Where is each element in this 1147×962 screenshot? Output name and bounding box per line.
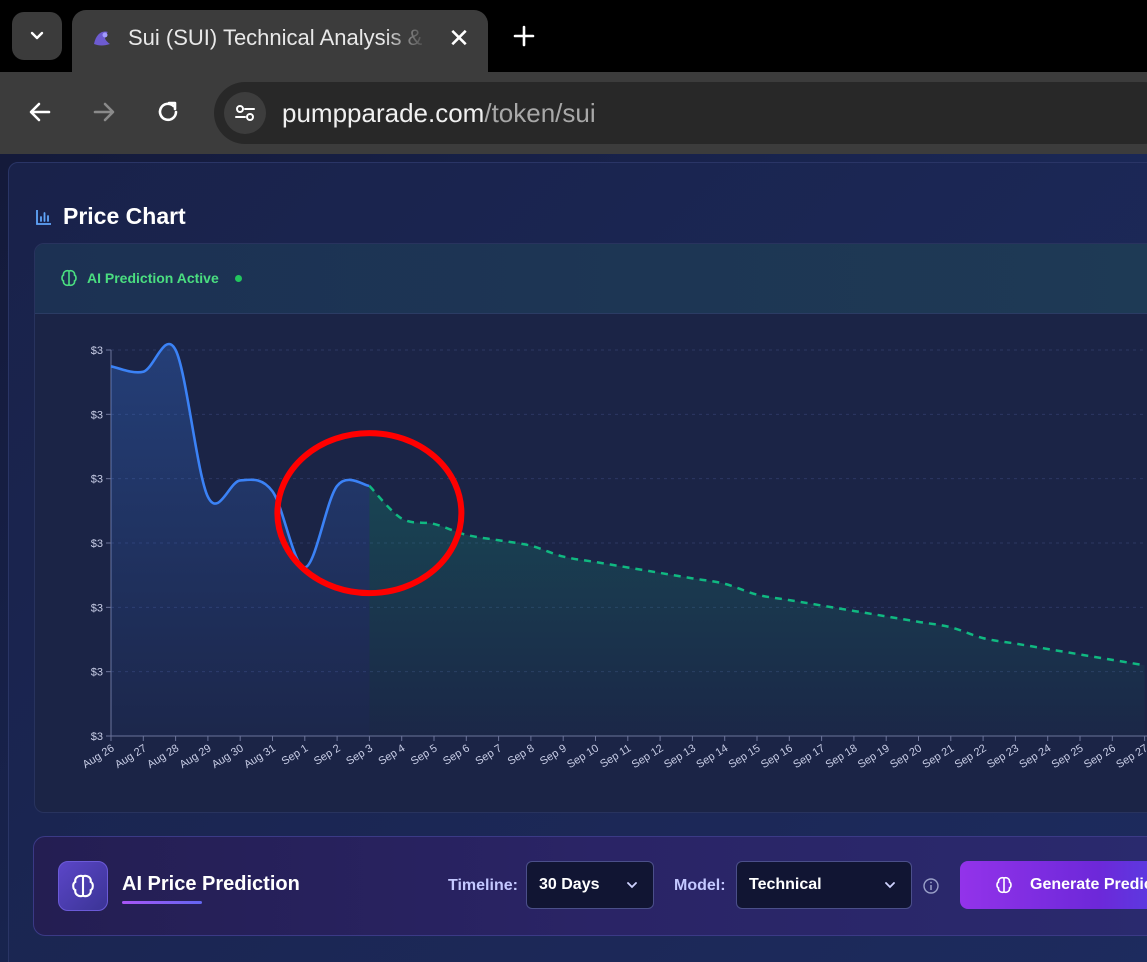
reload-button[interactable] [148,92,188,132]
x-tick-label: Sep 26 [1082,742,1118,771]
tab-search-button[interactable] [12,12,62,60]
generate-label: Generate Prediction [1030,876,1147,893]
url-text: pumpparade.com/token/sui [282,98,596,128]
arrow-left-icon [29,102,51,122]
brain-icon [996,876,1012,894]
x-tick-label: Sep 18 [824,742,860,771]
section-heading: Price Chart [35,203,186,230]
chart-container: AI Prediction Active $3 $3 $3 $3 $3 $3 $3 Aug 2… [34,243,1147,813]
x-tick-label: Sep 1 [280,742,311,767]
x-tick-label: Sep 19 [856,742,892,771]
x-tick-label: Sep 2 [312,742,343,767]
ai-prediction-panel: AI Price Prediction Timeline: 30 Days Mo… [33,836,1147,936]
x-tick-label: Sep 4 [377,742,408,767]
x-tick-label: Aug 28 [145,742,181,771]
section-title: Price Chart [63,203,186,229]
back-button[interactable] [20,92,60,132]
x-tick-label: Aug 29 [178,742,214,771]
timeline-label: Timeline: [448,877,518,894]
x-tick-label: Sep 21 [920,742,956,771]
chart-header: AI Prediction Active [35,244,1147,314]
y-tick-label: $3 [91,345,103,357]
x-tick-label: Sep 22 [953,742,989,771]
x-tick-label: Sep 23 [985,742,1021,771]
y-tick-label: $3 [91,409,103,421]
x-tick-label: Sep 9 [538,742,569,767]
prediction-title: AI Price Prediction [122,873,300,895]
chevron-down-icon [885,882,895,889]
browser-toolbar: pumpparade.com/token/sui [0,72,1147,154]
forward-button[interactable] [84,92,124,132]
x-tick-label: Sep 27 [1114,742,1147,771]
x-tick-label: Sep 14 [694,742,730,771]
close-tab-icon[interactable]: ✕ [444,23,474,53]
x-tick-label: Sep 15 [727,742,763,771]
title-underline [122,901,202,904]
timeline-select[interactable]: 30 Days [526,861,654,909]
x-tick-label: Sep 16 [759,742,795,771]
model-select[interactable]: Technical [736,861,912,909]
arrow-right-icon [93,102,115,122]
chevron-down-icon [30,31,44,40]
reload-icon [158,101,178,122]
x-tick-label: Sep 3 [344,742,375,767]
bar-chart-icon [36,209,51,225]
new-tab-button[interactable] [506,18,542,54]
y-tick-label: $3 [91,602,103,614]
price-chart[interactable]: $3$3$3$3$3$3$3Aug 26Aug 27Aug 28Aug 29Au… [35,314,1147,813]
x-tick-label: Sep 5 [409,742,440,767]
info-icon[interactable] [922,877,940,895]
x-tick-label: Sep 8 [506,742,537,767]
model-label: Model: [674,877,726,894]
tab-title: Sui (SUI) Technical Analysis & Price Pre… [128,25,428,50]
x-tick-label: Sep 25 [1050,742,1086,771]
actual-price-area [111,343,370,736]
brain-icon [72,874,94,898]
x-tick-label: Sep 10 [565,742,601,771]
x-tick-label: Sep 24 [1017,742,1053,771]
ai-prediction-logo [58,861,108,911]
status-dot [234,274,242,282]
browser-tab-bar: Sui (SUI) Technical Analysis & Price Pre… [0,0,1147,72]
brain-icon [61,269,77,287]
address-bar[interactable]: pumpparade.com/token/sui [214,82,1147,144]
page-content: Price Chart AI Prediction Active $3 $3 $3 $… [0,154,1147,962]
y-tick-label: $3 [91,474,103,486]
url-host: pumpparade.com [282,98,485,128]
y-tick-label: $3 [91,667,103,679]
x-tick-label: Aug 31 [242,742,278,771]
x-tick-label: Sep 7 [473,742,504,767]
x-tick-label: Sep 17 [791,742,827,771]
site-favicon-icon [94,31,110,46]
browser-tab[interactable]: Sui (SUI) Technical Analysis & Price Pre… [72,10,488,72]
x-tick-label: Aug 27 [113,742,149,771]
x-tick-label: Sep 13 [662,742,698,771]
predicted-price-area [369,485,1145,736]
x-tick-label: Sep 6 [441,742,472,767]
y-tick-label: $3 [91,538,103,550]
model-value: Technical [749,876,822,893]
y-tick-label: $3 [91,731,103,743]
x-tick-label: Sep 12 [630,742,666,771]
x-tick-label: Sep 20 [888,742,924,771]
x-tick-label: Aug 26 [81,742,117,771]
x-tick-label: Sep 11 [598,742,633,770]
generate-prediction-button[interactable]: Generate Prediction [960,861,1147,909]
timeline-value: 30 Days [539,876,600,893]
url-path: /token/sui [484,98,596,128]
chevron-down-icon [627,882,637,889]
ai-status: AI Prediction Active [59,268,242,288]
tune-icon [235,105,255,121]
x-tick-label: Aug 30 [210,742,246,771]
plus-icon [513,25,535,47]
ai-status-label: AI Prediction Active [87,270,219,286]
site-info-button[interactable] [224,92,266,134]
